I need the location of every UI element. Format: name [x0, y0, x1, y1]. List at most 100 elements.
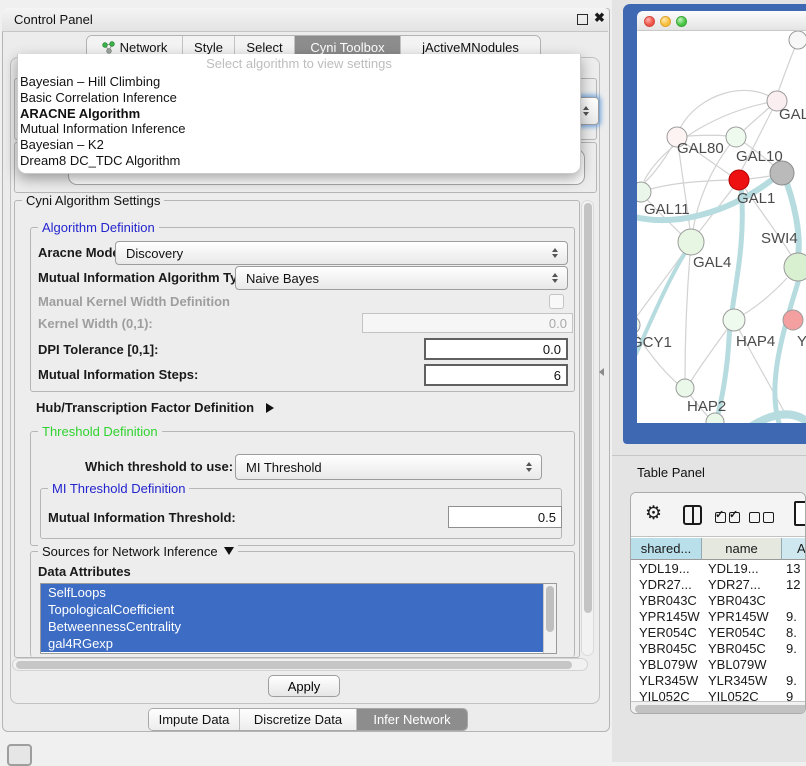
table-row[interactable]: YPR145WYPR145W9.	[631, 609, 806, 625]
attribute-list-item[interactable]: BetweennessCentrality	[41, 618, 543, 635]
table-cell: YBR045C	[631, 641, 702, 657]
attribute-list-item[interactable]: TopologicalCoefficient	[41, 601, 543, 618]
network-node-label: HAP4	[736, 333, 775, 350]
deselect-all-icon[interactable]	[763, 512, 774, 523]
network-edge[interactable]	[715, 186, 742, 423]
table-cell: YLR345W	[631, 673, 702, 689]
data-attributes-label: Data Attributes	[38, 564, 131, 579]
column-header-third[interactable]: A	[782, 538, 806, 560]
algorithm-option[interactable]: ARACNE Algorithm	[18, 106, 580, 122]
network-view-canvas[interactable]: GALGAL80GAL10GAL1GAL11SWI4GAL4GCY1HAP4YH…	[637, 31, 806, 423]
groupbox-title: Threshold Definition	[38, 424, 162, 439]
close-icon[interactable]: ✖	[594, 10, 605, 26]
algorithm-option[interactable]: Bayesian – Hill Climbing	[18, 74, 580, 90]
deselect-all-icon[interactable]	[749, 512, 760, 523]
minimize-window-icon[interactable]	[660, 16, 671, 27]
float-window-icon[interactable]	[577, 14, 588, 25]
sources-collapse-toggle[interactable]: Sources for Network Inference	[38, 544, 238, 559]
scrollbar-thumb[interactable]	[546, 586, 554, 632]
network-node[interactable]	[637, 182, 651, 202]
expand-right-icon	[266, 403, 274, 413]
network-edge[interactable]	[680, 90, 777, 128]
table-cell: 8.	[782, 625, 797, 641]
hub-definition-expander[interactable]: Hub/Transcription Factor Definition	[36, 400, 274, 415]
network-node[interactable]	[789, 31, 806, 49]
table-row[interactable]: YBR045CYBR045C9.	[631, 641, 806, 657]
table-cell: YBR043C	[631, 593, 702, 609]
scrollbar-thumb[interactable]	[635, 705, 806, 713]
tab-impute-data[interactable]: Impute Data	[149, 709, 239, 730]
mi-threshold-input[interactable]	[448, 506, 562, 528]
mi-algorithm-type-select[interactable]: Naive Bayes	[235, 266, 568, 290]
aracne-mode-select[interactable]: Discovery	[115, 241, 568, 265]
network-node[interactable]	[678, 229, 704, 255]
table-panel-window: ⚙ shared... name A YDL19...YDL19...13YDR…	[630, 492, 806, 714]
network-node-label: GAL1	[737, 190, 775, 207]
table-cell: YDR27...	[631, 577, 702, 593]
table-cell: YLR345W	[702, 673, 782, 689]
attribute-list-item[interactable]: SelfLoops	[41, 584, 543, 601]
zoom-window-icon[interactable]	[676, 16, 687, 27]
mi-steps-input[interactable]	[424, 364, 568, 386]
table-row[interactable]: YDL19...YDL19...13	[631, 561, 806, 577]
algorithm-option[interactable]: Dream8 DC_TDC Algorithm	[18, 153, 580, 169]
table-panel-title: Table Panel	[637, 465, 705, 480]
which-threshold-select[interactable]: MI Threshold	[235, 454, 542, 480]
table-cell: YIL052C	[702, 689, 782, 701]
table-cell: YBR045C	[702, 641, 782, 657]
table-cell: YDL19...	[702, 561, 782, 577]
table-row[interactable]: YLR345WYLR345W9.	[631, 673, 806, 689]
table-row[interactable]: YIL052CYIL052C9	[631, 689, 806, 701]
scrollbar-thumb[interactable]	[16, 661, 572, 669]
column-header-shared-name[interactable]: shared...	[631, 538, 702, 560]
network-node[interactable]	[729, 170, 749, 190]
select-all-icon[interactable]	[715, 512, 726, 523]
dropdown-hint: Select algorithm to view settings	[18, 54, 580, 74]
settings-vertical-scrollbar[interactable]	[581, 200, 594, 656]
tab-infer-network[interactable]: Infer Network	[356, 709, 467, 730]
network-edge[interactable]	[637, 253, 685, 369]
table-horizontal-scrollbar[interactable]	[631, 701, 806, 714]
scrollbar-thumb[interactable]	[584, 203, 592, 613]
table-body: YDL19...YDL19...13YDR27...YDR27...12YBR0…	[631, 561, 806, 701]
apply-button[interactable]: Apply	[268, 675, 340, 697]
table-cell: YDR27...	[702, 577, 782, 593]
column-header-name[interactable]: name	[702, 538, 782, 560]
panel-corner-icon[interactable]	[7, 744, 32, 766]
network-node[interactable]	[676, 379, 694, 397]
select-all-icon[interactable]	[729, 512, 740, 523]
dpi-tolerance-input[interactable]	[424, 338, 568, 360]
groupbox-title: Cyni Algorithm Settings	[22, 193, 164, 208]
network-node[interactable]	[783, 310, 803, 330]
network-node[interactable]	[726, 127, 746, 147]
attribute-list-item[interactable]: gal4RGexp	[41, 635, 543, 652]
table-cell: 9.	[782, 609, 797, 625]
tab-label: jActiveMNodules	[422, 40, 519, 55]
column-view-icon[interactable]	[683, 505, 702, 525]
network-node[interactable]	[784, 253, 806, 281]
algorithm-option[interactable]: Mutual Information Inference	[18, 121, 580, 137]
tab-label: Style	[194, 40, 223, 55]
table-row[interactable]: YER054CYER054C8.	[631, 625, 806, 641]
settings-horizontal-scrollbar[interactable]	[12, 658, 588, 671]
table-row[interactable]: YBL079WYBL079W	[631, 657, 806, 673]
tab-discretize-data[interactable]: Discretize Data	[239, 709, 356, 730]
table-row[interactable]: YBR043CYBR043C	[631, 593, 806, 609]
network-node-label: GAL80	[677, 140, 724, 157]
split-pane-collapse-icon[interactable]	[599, 368, 604, 376]
network-node-label: HAP2	[687, 398, 726, 415]
algorithm-option[interactable]: Basic Correlation Inference	[18, 90, 580, 106]
network-node-label: GAL10	[736, 148, 783, 165]
list-vertical-scrollbar[interactable]	[543, 584, 556, 653]
network-edge[interactable]	[685, 242, 691, 379]
algorithm-option[interactable]: Bayesian – K2	[18, 137, 580, 153]
hub-definition-label: Hub/Transcription Factor Definition	[36, 400, 254, 415]
table-cell: 9	[782, 689, 793, 701]
groupbox-title: MI Threshold Definition	[48, 481, 189, 496]
table-row[interactable]: YDR27...YDR27...12	[631, 577, 806, 593]
close-window-icon[interactable]	[644, 16, 655, 27]
network-node[interactable]	[637, 316, 640, 334]
new-table-icon[interactable]	[794, 501, 806, 526]
network-node[interactable]	[723, 309, 745, 331]
gear-icon[interactable]: ⚙	[645, 502, 662, 525]
